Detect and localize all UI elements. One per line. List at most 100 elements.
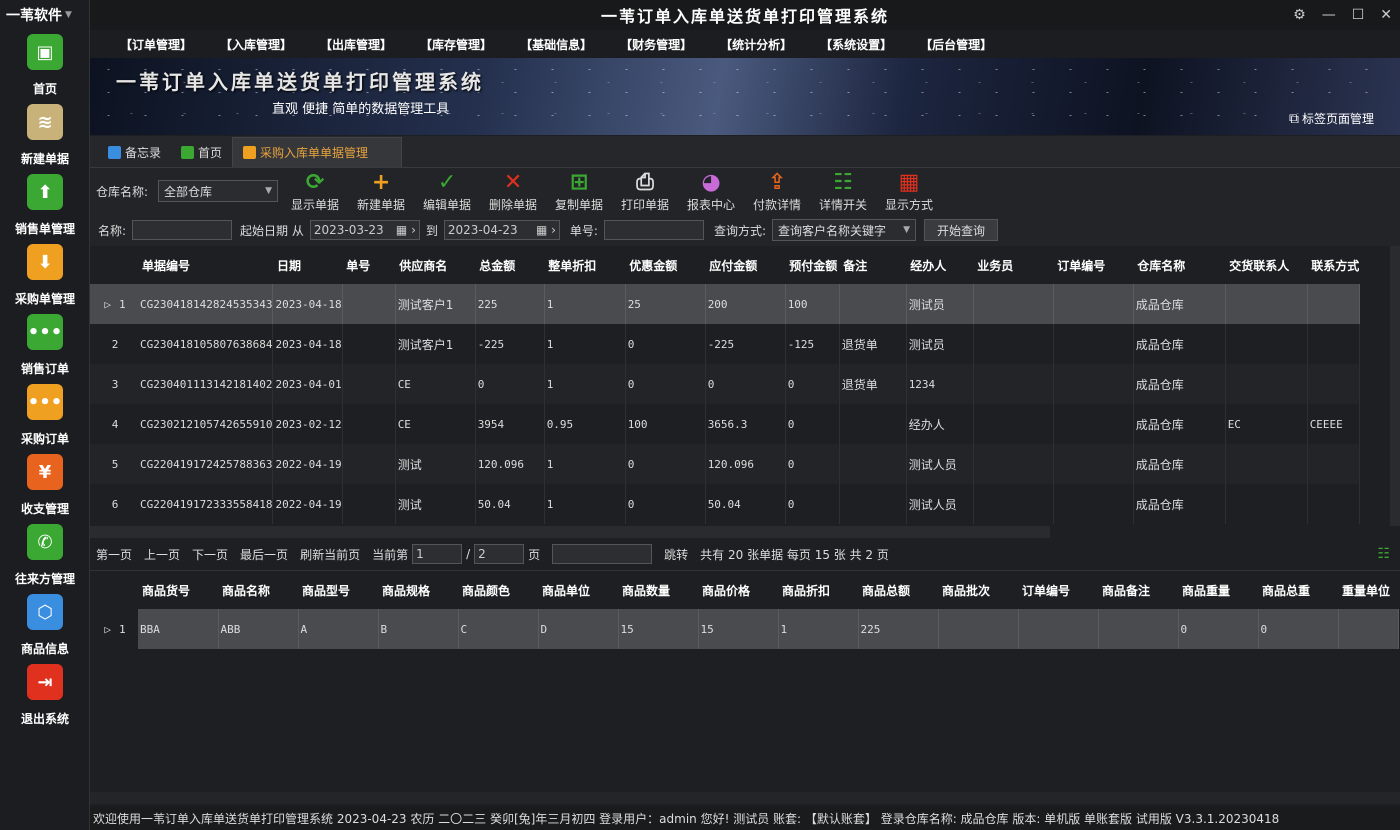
column-header[interactable]: 订单编号 [1053,246,1133,284]
table-row[interactable]: 4 CG230212105742655910 2023-02-12 CE 3954 0.9… [90,404,1360,444]
column-header[interactable]: 商品重量 [1178,571,1258,609]
menu-item-8[interactable]: 【后台管理】 [906,36,1006,53]
search-button[interactable]: 开始查询 [923,219,998,241]
column-header[interactable]: 订单编号 [1018,571,1098,609]
maximize-icon[interactable]: ☐ [1352,7,1365,23]
menu-item-7[interactable]: 【系统设置】 [806,36,906,53]
column-header[interactable]: 供应商名 [395,246,475,284]
grid-vertical-scrollbar[interactable] [1390,246,1400,526]
column-header[interactable]: 单号 [342,246,395,284]
toolbar-button-1[interactable]: + 新建单据 [348,170,414,213]
sidebar-item-1[interactable]: ≋ 新建单据 [0,100,90,170]
column-header[interactable]: 商品型号 [298,571,378,609]
column-header[interactable]: 重量单位 [1338,571,1398,609]
column-header[interactable]: 商品颜色 [458,571,538,609]
menu-item-4[interactable]: 【基础信息】 [506,36,606,53]
tab-manage-button[interactable]: ⧉ 标签页面管理 [1289,110,1374,127]
menu-item-1[interactable]: 【入库管理】 [206,36,306,53]
grid-horizontal-scrollbar[interactable] [90,526,1050,538]
column-header[interactable]: 商品货号 [138,571,218,609]
mode-select[interactable]: 查询客户名称关键字 ▼ [771,219,916,241]
name-input[interactable] [132,220,233,240]
column-header[interactable]: 业务员 [973,246,1053,284]
table-row[interactable]: 5 CG220419172425788363 2022-04-19 测试 120.096… [90,444,1360,484]
sidebar-item-9[interactable]: ⇥ 退出系统 [0,660,90,730]
column-header[interactable]: 商品总重 [1258,571,1338,609]
column-header[interactable]: 经办人 [906,246,973,284]
tab-1[interactable]: 首页 [171,137,232,167]
detail-row[interactable]: ▷ 1 BBA ABB A B C D 15 15 1 225 0 0 [90,609,1399,649]
toolbar-button-7[interactable]: ⇪ 付款详情 [744,170,810,213]
date-from-value: 2023-03-23 [313,223,384,237]
brand-menu[interactable]: 一苇软件 ▼ [0,0,89,30]
column-header[interactable]: 商品备注 [1098,571,1178,609]
table-row[interactable]: 2 CG230418105807638684 2023-04-18 测试客户1 -225… [90,324,1360,364]
gear-icon[interactable]: ⚙ [1293,7,1306,23]
column-header[interactable]: 预付金额 [785,246,839,284]
table-cell [973,324,1054,364]
menu-item-2[interactable]: 【出库管理】 [306,36,406,53]
prev-page-link[interactable]: 上一页 [144,546,180,563]
minimize-icon[interactable]: — [1322,7,1336,23]
close-icon[interactable]: ✕ [1380,7,1392,23]
sidebar-item-8[interactable]: ⬡ 商品信息 [0,590,90,660]
table-row[interactable]: 6 CG220419172333558418 2022-04-19 测试 50.04 1 0… [90,484,1360,524]
table-row[interactable]: 3 CG230401113142181402 2023-04-01 CE 0 1 0 0 0 退货… [90,364,1360,404]
toolbar-button-6[interactable]: ◕ 报表中心 [678,170,744,213]
menu-item-3[interactable]: 【库存管理】 [406,36,506,53]
first-page-link[interactable]: 第一页 [96,546,132,563]
menu-item-5[interactable]: 【财务管理】 [606,36,706,53]
sidebar-item-0[interactable]: ▣ 首页 [0,30,90,100]
jump-page-input[interactable] [552,544,653,564]
calendar-icon[interactable]: ▦ › [396,223,416,237]
warehouse-select[interactable]: 全部仓库 ▼ [158,180,279,202]
date-to-picker[interactable]: 2023-04-23 ▦ › [443,220,560,240]
tab-0[interactable]: 备忘录 [98,137,171,167]
column-header[interactable]: 商品价格 [698,571,778,609]
sidebar-item-3[interactable]: ⬇ 采购单管理 [0,240,90,310]
tab-2[interactable]: 采购入库单单据管理 [232,137,403,167]
calendar-icon[interactable]: ▦ › [536,223,556,237]
no-input[interactable] [603,220,704,240]
current-page-input[interactable]: 1 [412,544,463,564]
column-header[interactable]: 备注 [839,246,906,284]
column-header[interactable]: 单据编号 [138,246,273,284]
column-header[interactable]: 商品单位 [538,571,618,609]
column-header[interactable]: 商品规格 [378,571,458,609]
column-header[interactable]: 总金额 [475,246,544,284]
column-header[interactable]: 日期 [273,246,342,284]
column-header[interactable]: 仓库名称 [1133,246,1225,284]
menu-item-6[interactable]: 【统计分析】 [706,36,806,53]
sidebar-item-6[interactable]: ¥ 收支管理 [0,450,90,520]
menu-item-0[interactable]: 【订单管理】 [106,36,206,53]
detail-horizontal-scrollbar[interactable] [90,792,1400,804]
date-from-picker[interactable]: 2023-03-23 ▦ › [309,220,420,240]
column-header[interactable]: 应付金额 [705,246,785,284]
toolbar-button-2[interactable]: ✓ 编辑单据 [414,170,480,213]
toolbar-button-8[interactable]: ☷ 详情开关 [810,170,876,213]
column-header[interactable]: 商品总额 [858,571,938,609]
column-header[interactable]: 整单折扣 [544,246,625,284]
column-header[interactable]: 优惠金额 [625,246,705,284]
toolbar-button-3[interactable]: ✕ 删除单据 [480,170,546,213]
toolbar-button-5[interactable]: ⎙ 打印单据 [612,170,678,213]
toolbar-button-0[interactable]: ⟳ 显示单据 [282,170,348,213]
sidebar-item-2[interactable]: ⬆ 销售单管理 [0,170,90,240]
column-header[interactable]: 交货联系人 [1225,246,1307,284]
column-header[interactable]: 商品折扣 [778,571,858,609]
export-icon[interactable]: ☷ [1377,546,1390,562]
sidebar-item-5[interactable]: ••• 采购订单 [0,380,90,450]
next-page-link[interactable]: 下一页 [192,546,228,563]
column-header[interactable]: 商品名称 [218,571,298,609]
jump-button[interactable]: 跳转 [664,546,688,563]
sidebar-item-7[interactable]: ✆ 往来方管理 [0,520,90,590]
table-row[interactable]: ▷ 1 CG2304181428245353​43 2023-04-18 测试客户1 22… [90,284,1360,324]
toolbar-button-4[interactable]: ⊞ 复制单据 [546,170,612,213]
sidebar-item-4[interactable]: ••• 销售订单 [0,310,90,380]
column-header[interactable]: 联系方式 [1307,246,1359,284]
column-header[interactable]: 商品数量 [618,571,698,609]
last-page-link[interactable]: 最后一页 [240,546,288,563]
column-header[interactable]: 商品批次 [938,571,1018,609]
toolbar-button-9[interactable]: ▦ 显示方式 [876,170,942,213]
refresh-page-link[interactable]: 刷新当前页 [300,546,360,563]
